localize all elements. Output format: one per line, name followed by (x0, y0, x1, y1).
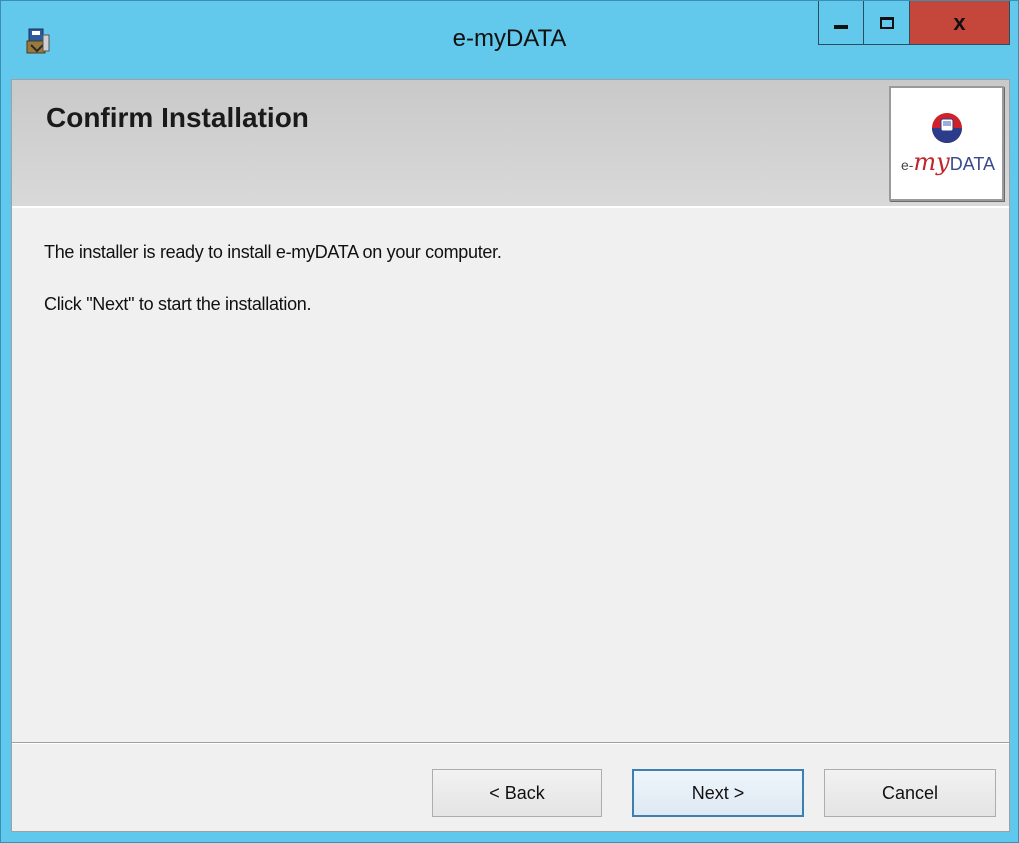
minimize-button[interactable] (818, 1, 864, 45)
footer-divider (12, 742, 1009, 744)
header-banner: Confirm Installation e-myDATA (12, 80, 1009, 208)
instruction-message: Click "Next" to start the installation. (44, 294, 312, 314)
ready-message: The installer is ready to install e-myDA… (44, 242, 502, 262)
logo-globe-icon (931, 112, 963, 149)
close-icon: x (953, 9, 966, 35)
installer-window: e-myDATA x Confirm Installation e-myDATA… (0, 0, 1019, 843)
minimize-icon (834, 24, 848, 29)
logo-wordmark: e-myDATA (900, 148, 996, 176)
back-button[interactable]: < Back (432, 769, 602, 817)
maximize-button[interactable] (864, 1, 910, 45)
next-button[interactable]: Next > (632, 769, 804, 817)
title-bar[interactable]: e-myDATA x (1, 1, 1018, 79)
app-logo: e-myDATA (889, 86, 1004, 201)
installer-client-area: Confirm Installation e-myDATA The instal… (11, 79, 1010, 832)
page-title: Confirm Installation (46, 102, 309, 133)
cancel-button[interactable]: Cancel (824, 769, 996, 817)
maximize-icon (879, 16, 894, 29)
close-button[interactable]: x (910, 1, 1010, 45)
